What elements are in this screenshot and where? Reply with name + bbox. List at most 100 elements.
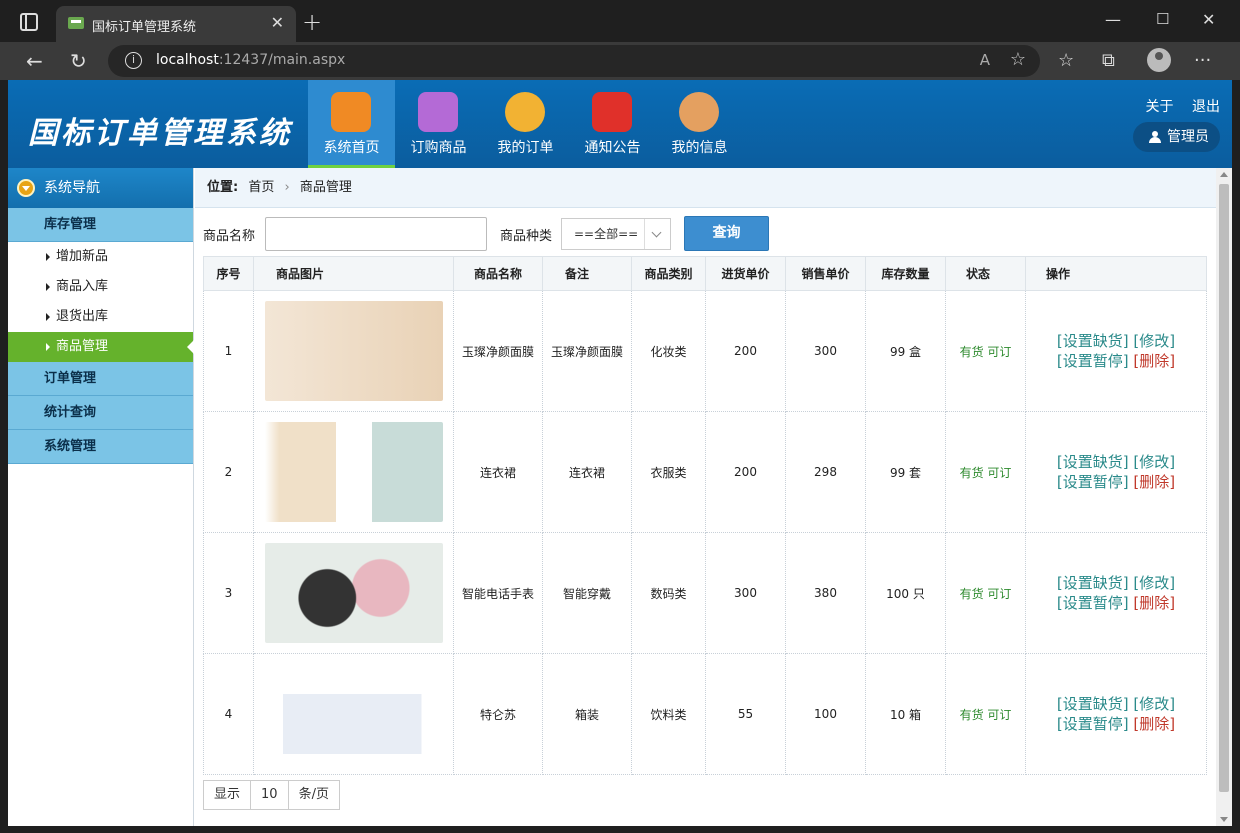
about-link[interactable]: 关于: [1146, 99, 1174, 115]
scrollbar-thumb[interactable]: [1219, 184, 1229, 792]
sidebar-group-system[interactable]: 系统管理: [8, 430, 193, 464]
table-row: 4 特仑苏 箱装 饮料类 55 100 10 箱 有货 可订 [设置缺货] [修…: [203, 653, 1207, 775]
type-select[interactable]: ==全部==: [561, 218, 671, 250]
collections-icon[interactable]: ⧉: [1102, 50, 1115, 71]
menu-my-info[interactable]: 我的信息: [656, 80, 743, 168]
cell-status: 有货 可订: [945, 290, 1026, 412]
cell-name: 连衣裙: [453, 411, 543, 533]
delete-link[interactable]: [删除]: [1133, 715, 1175, 733]
table-row: 1 玉璨净颜面膜 玉璨净颜面膜 化妆类 200 300 99 盒 有货 可订 […: [203, 290, 1207, 412]
main-menu: 系统首页 订购商品 我的订单 通知公告 我的信息: [308, 80, 743, 168]
cosmetic-tube-image[interactable]: [264, 301, 443, 401]
cell-price: 298: [785, 411, 866, 533]
scrollbar[interactable]: [1216, 168, 1232, 826]
set-shortage-link[interactable]: [设置缺货]: [1057, 332, 1129, 350]
pager-show-label: 显示: [204, 781, 252, 809]
cell-note: 箱装: [542, 653, 632, 775]
col-image: 商品图片: [253, 256, 454, 291]
cell-stock: 100 只: [865, 532, 946, 654]
smartwatch-image[interactable]: [264, 543, 443, 643]
cell-ops: [设置缺货] [修改] [设置暂停] [删除]: [1025, 532, 1207, 654]
name-label: 商品名称: [203, 229, 256, 244]
cell-ops: [设置缺货] [修改] [设置暂停] [删除]: [1025, 290, 1207, 412]
favorite-add-icon[interactable]: ☆: [1010, 49, 1026, 70]
page-size-input[interactable]: 10: [251, 781, 289, 809]
cell-name: 智能电话手表: [453, 532, 543, 654]
sidebar-group-stats[interactable]: 统计查询: [8, 396, 193, 430]
home-icon: [331, 92, 371, 132]
query-button[interactable]: 查询: [684, 216, 769, 251]
edit-link[interactable]: [修改]: [1133, 453, 1175, 471]
sidebar-group-orders[interactable]: 订单管理: [8, 362, 193, 396]
set-pause-link[interactable]: [设置暂停]: [1057, 352, 1129, 370]
delete-link[interactable]: [删除]: [1133, 352, 1175, 370]
browser-tab[interactable]: 国标订单管理系统 ✕: [56, 6, 296, 42]
breadcrumb-separator: ›: [284, 180, 290, 195]
admin-button[interactable]: 管理员: [1133, 122, 1220, 152]
logout-link[interactable]: 退出: [1192, 99, 1220, 115]
phone-cart-icon: [418, 92, 458, 132]
profile-avatar[interactable]: [1147, 48, 1171, 72]
cell-stock: 99 盒: [865, 290, 946, 412]
dress-image[interactable]: [264, 422, 443, 522]
scroll-down-icon[interactable]: [1220, 817, 1228, 822]
cell-ops: [设置缺货] [修改] [设置暂停] [删除]: [1025, 411, 1207, 533]
breadcrumb-home[interactable]: 首页: [248, 180, 274, 195]
tab-actions-icon[interactable]: [20, 13, 38, 31]
sidebar-item-return[interactable]: 退货出库: [8, 302, 193, 332]
url-host: localhost: [156, 52, 219, 68]
set-pause-link[interactable]: [设置暂停]: [1057, 715, 1129, 733]
close-window-icon[interactable]: ✕: [1202, 10, 1215, 29]
info-icon[interactable]: i: [125, 52, 142, 69]
admin-user-icon: [1149, 131, 1161, 143]
read-aloud-icon[interactable]: A: [980, 51, 990, 69]
menu-my-orders[interactable]: 我的订单: [482, 80, 569, 168]
sidebar: 系统导航 库存管理 增加新品 商品入库 退货出库 商品管理 订单管理 统计查询 …: [8, 168, 194, 826]
edit-link[interactable]: [修改]: [1133, 695, 1175, 713]
menu-notices[interactable]: 通知公告: [569, 80, 656, 168]
set-shortage-link[interactable]: [设置缺货]: [1057, 453, 1129, 471]
minimize-icon[interactable]: —: [1105, 10, 1121, 29]
cell-category: 饮料类: [631, 653, 706, 775]
cell-stock: 10 箱: [865, 653, 946, 775]
delete-link[interactable]: [删除]: [1133, 594, 1175, 612]
cell-name: 玉璨净颜面膜: [453, 290, 543, 412]
refresh-icon[interactable]: ↻: [70, 49, 87, 73]
cell-cost: 200: [705, 411, 786, 533]
back-icon[interactable]: ←: [26, 49, 43, 73]
scroll-up-icon[interactable]: [1220, 172, 1228, 177]
url-field[interactable]: i localhost:12437/main.aspx A ☆: [108, 45, 1040, 77]
maximize-icon[interactable]: ☐: [1156, 10, 1169, 28]
more-icon[interactable]: ···: [1194, 50, 1211, 71]
sidebar-item-goods-manage[interactable]: 商品管理: [8, 332, 194, 362]
set-pause-link[interactable]: [设置暂停]: [1057, 594, 1129, 612]
close-tab-icon[interactable]: ✕: [271, 13, 284, 32]
set-pause-link[interactable]: [设置暂停]: [1057, 473, 1129, 491]
web-page: 国标订单管理系统 系统首页 订购商品 我的订单 通知公告 我的信息 关于 退出 …: [8, 80, 1232, 826]
cell-image: [253, 653, 454, 775]
col-status: 状态: [945, 256, 1026, 291]
user-icon: [679, 92, 719, 132]
edit-link[interactable]: [修改]: [1133, 332, 1175, 350]
menu-order-goods[interactable]: 订购商品: [395, 80, 482, 168]
expand-icon: [17, 179, 35, 197]
name-input[interactable]: [265, 217, 487, 251]
sidebar-item-add[interactable]: 增加新品: [8, 242, 193, 272]
sidebar-group-inventory[interactable]: 库存管理: [8, 208, 193, 242]
favorites-icon[interactable]: ☆: [1058, 50, 1074, 71]
favicon-icon: [68, 17, 84, 29]
site-logo: 国标订单管理系统: [28, 116, 292, 151]
breadcrumb: 位置: 首页 › 商品管理: [195, 168, 1216, 208]
cell-cost: 55: [705, 653, 786, 775]
sidebar-item-stock-in[interactable]: 商品入库: [8, 272, 193, 302]
cell-no: 3: [203, 532, 254, 654]
set-shortage-link[interactable]: [设置缺货]: [1057, 574, 1129, 592]
menu-home[interactable]: 系统首页: [308, 80, 395, 168]
new-tab-icon[interactable]: +: [302, 8, 322, 36]
col-ops: 操作: [1025, 256, 1207, 291]
delete-link[interactable]: [删除]: [1133, 473, 1175, 491]
set-shortage-link[interactable]: [设置缺货]: [1057, 695, 1129, 713]
edit-link[interactable]: [修改]: [1133, 574, 1175, 592]
milk-box-image[interactable]: [264, 664, 443, 764]
cell-status: 有货 可订: [945, 653, 1026, 775]
